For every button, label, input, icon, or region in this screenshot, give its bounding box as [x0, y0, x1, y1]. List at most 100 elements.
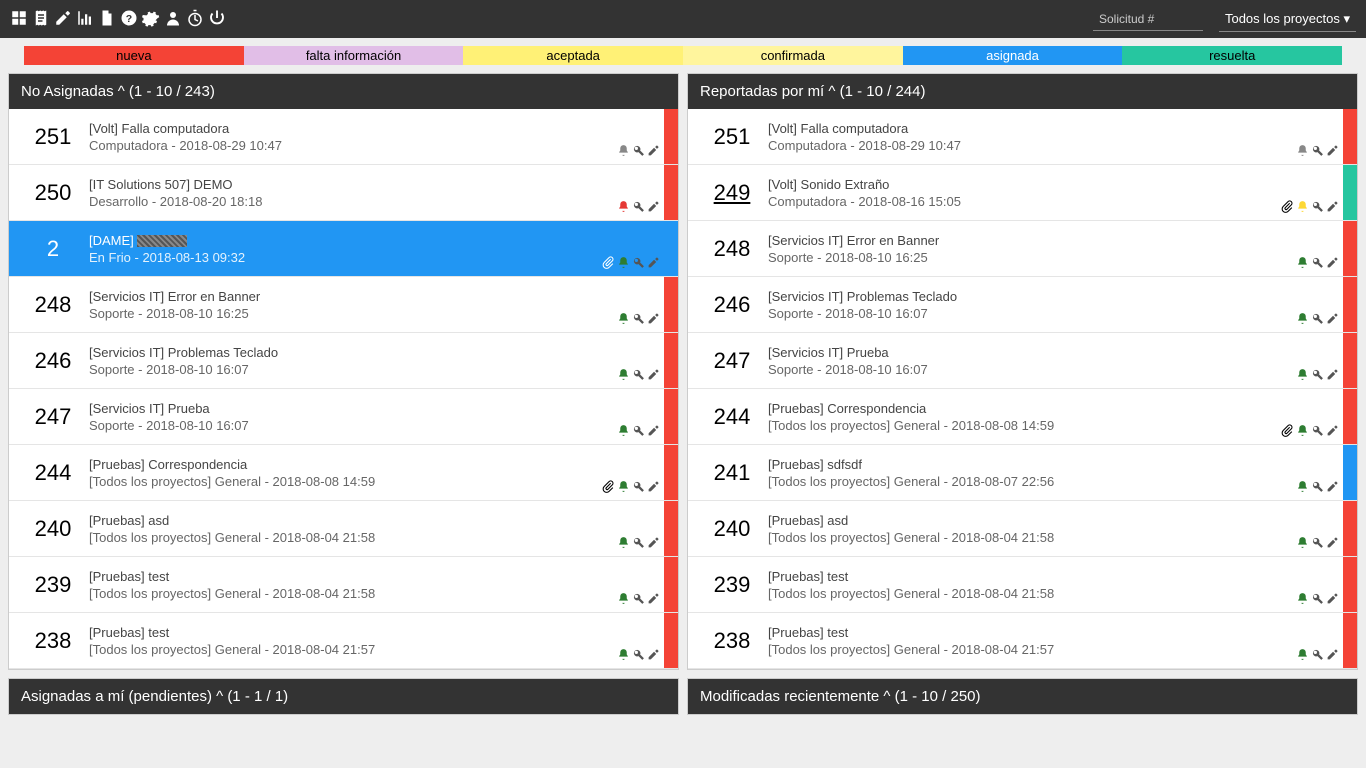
pencil-icon[interactable]: [647, 480, 660, 496]
wrench-icon[interactable]: [632, 648, 645, 664]
bell-green-icon[interactable]: [617, 424, 630, 440]
receipt-icon[interactable]: [32, 9, 50, 30]
bell-yellow-icon[interactable]: [1296, 200, 1309, 216]
ticket-row[interactable]: 240[Pruebas] asd[Todos los proyectos] Ge…: [688, 501, 1357, 557]
wrench-icon[interactable]: [632, 256, 645, 272]
status-asignada[interactable]: asignada: [903, 46, 1123, 65]
ticket-row[interactable]: 241[Pruebas] sdfsdf[Todos los proyectos]…: [688, 445, 1357, 501]
pencil-icon[interactable]: [1326, 312, 1339, 328]
wrench-icon[interactable]: [632, 144, 645, 160]
bell-green-icon[interactable]: [1296, 480, 1309, 496]
help-icon[interactable]: [120, 9, 138, 30]
wrench-icon[interactable]: [1311, 424, 1324, 440]
project-selector[interactable]: Todos los proyectos ▾: [1219, 7, 1356, 32]
clip-icon[interactable]: [1281, 200, 1294, 216]
pencil-icon[interactable]: [1326, 200, 1339, 216]
panel-header-recently-modified[interactable]: Modificadas recientemente ^ (1 - 10 / 25…: [688, 679, 1357, 714]
pencil-icon[interactable]: [1326, 592, 1339, 608]
chart-icon[interactable]: [76, 9, 94, 30]
bell-icon[interactable]: [1296, 144, 1309, 160]
bell-green-icon[interactable]: [617, 480, 630, 496]
pencil-icon[interactable]: [1326, 424, 1339, 440]
status-confirmada[interactable]: confirmada: [683, 46, 903, 65]
wrench-icon[interactable]: [1311, 144, 1324, 160]
gear-icon[interactable]: [142, 9, 160, 30]
wrench-icon[interactable]: [1311, 368, 1324, 384]
bell-green-icon[interactable]: [617, 312, 630, 328]
status-falta-información[interactable]: falta información: [244, 46, 464, 65]
ticket-row[interactable]: 251[Volt] Falla computadoraComputadora -…: [9, 109, 678, 165]
pencil-icon[interactable]: [1326, 144, 1339, 160]
bell-green-icon[interactable]: [1296, 648, 1309, 664]
wrench-icon[interactable]: [632, 368, 645, 384]
wrench-icon[interactable]: [632, 200, 645, 216]
pencil-icon[interactable]: [647, 368, 660, 384]
clip-icon[interactable]: [602, 256, 615, 272]
document-icon[interactable]: [98, 9, 116, 30]
panel-header-reported-by-me[interactable]: Reportadas por mí ^ (1 - 10 / 244): [688, 74, 1357, 109]
ticket-row[interactable]: 247[Servicios IT] PruebaSoporte - 2018-0…: [688, 333, 1357, 389]
ticket-row[interactable]: 239[Pruebas] test[Todos los proyectos] G…: [688, 557, 1357, 613]
wrench-icon[interactable]: [1311, 200, 1324, 216]
bell-green-icon[interactable]: [1296, 424, 1309, 440]
ticket-row[interactable]: 251[Volt] Falla computadoraComputadora -…: [688, 109, 1357, 165]
bell-green-icon[interactable]: [1296, 256, 1309, 272]
pencil-icon[interactable]: [1326, 256, 1339, 272]
bell-green-icon[interactable]: [1296, 312, 1309, 328]
edit-icon[interactable]: [54, 9, 72, 30]
ticket-row[interactable]: 246[Servicios IT] Problemas TecladoSopor…: [9, 333, 678, 389]
ticket-row[interactable]: 244[Pruebas] Correspondencia[Todos los p…: [9, 445, 678, 501]
clip-icon[interactable]: [1281, 424, 1294, 440]
bell-icon[interactable]: [617, 144, 630, 160]
wrench-icon[interactable]: [1311, 592, 1324, 608]
pencil-icon[interactable]: [647, 592, 660, 608]
ticket-row[interactable]: 250[IT Solutions 507] DEMODesarrollo - 2…: [9, 165, 678, 221]
wrench-icon[interactable]: [1311, 536, 1324, 552]
wrench-icon[interactable]: [1311, 312, 1324, 328]
bell-green-icon[interactable]: [617, 368, 630, 384]
pencil-icon[interactable]: [1326, 480, 1339, 496]
ticket-row[interactable]: 2[DAME] En Frio - 2018-08-13 09:32: [9, 221, 678, 277]
ticket-row[interactable]: 248[Servicios IT] Error en BannerSoporte…: [688, 221, 1357, 277]
bell-green-icon[interactable]: [1296, 592, 1309, 608]
ticket-row[interactable]: 239[Pruebas] test[Todos los proyectos] G…: [9, 557, 678, 613]
search-input[interactable]: [1093, 8, 1203, 31]
ticket-row[interactable]: 238[Pruebas] test[Todos los proyectos] G…: [9, 613, 678, 669]
status-nueva[interactable]: nueva: [24, 46, 244, 65]
dashboard-icon[interactable]: [10, 9, 28, 30]
pencil-icon[interactable]: [647, 312, 660, 328]
pencil-icon[interactable]: [1326, 536, 1339, 552]
bell-green-icon[interactable]: [617, 592, 630, 608]
stopwatch-icon[interactable]: [186, 9, 204, 30]
ticket-row[interactable]: 248[Servicios IT] Error en BannerSoporte…: [9, 277, 678, 333]
pencil-icon[interactable]: [647, 424, 660, 440]
status-resuelta[interactable]: resuelta: [1122, 46, 1342, 65]
pencil-icon[interactable]: [1326, 648, 1339, 664]
wrench-icon[interactable]: [1311, 256, 1324, 272]
bell-green-icon[interactable]: [617, 256, 630, 272]
pencil-icon[interactable]: [647, 648, 660, 664]
panel-header-unassigned[interactable]: No Asignadas ^ (1 - 10 / 243): [9, 74, 678, 109]
status-aceptada[interactable]: aceptada: [463, 46, 683, 65]
pencil-icon[interactable]: [647, 256, 660, 272]
wrench-icon[interactable]: [632, 424, 645, 440]
wrench-icon[interactable]: [632, 480, 645, 496]
power-icon[interactable]: [208, 9, 226, 30]
user-icon[interactable]: [164, 9, 182, 30]
pencil-icon[interactable]: [1326, 368, 1339, 384]
wrench-icon[interactable]: [632, 592, 645, 608]
ticket-row[interactable]: 238[Pruebas] test[Todos los proyectos] G…: [688, 613, 1357, 669]
ticket-row[interactable]: 247[Servicios IT] PruebaSoporte - 2018-0…: [9, 389, 678, 445]
pencil-icon[interactable]: [647, 144, 660, 160]
wrench-icon[interactable]: [632, 312, 645, 328]
ticket-row[interactable]: 244[Pruebas] Correspondencia[Todos los p…: [688, 389, 1357, 445]
ticket-row[interactable]: 249[Volt] Sonido ExtrañoComputadora - 20…: [688, 165, 1357, 221]
wrench-icon[interactable]: [1311, 480, 1324, 496]
bell-green-icon[interactable]: [617, 648, 630, 664]
bell-green-icon[interactable]: [1296, 536, 1309, 552]
bell-green-icon[interactable]: [617, 536, 630, 552]
panel-header-assigned-to-me[interactable]: Asignadas a mí (pendientes) ^ (1 - 1 / 1…: [9, 679, 678, 714]
pencil-icon[interactable]: [647, 536, 660, 552]
bell-green-icon[interactable]: [1296, 368, 1309, 384]
clip-icon[interactable]: [602, 480, 615, 496]
